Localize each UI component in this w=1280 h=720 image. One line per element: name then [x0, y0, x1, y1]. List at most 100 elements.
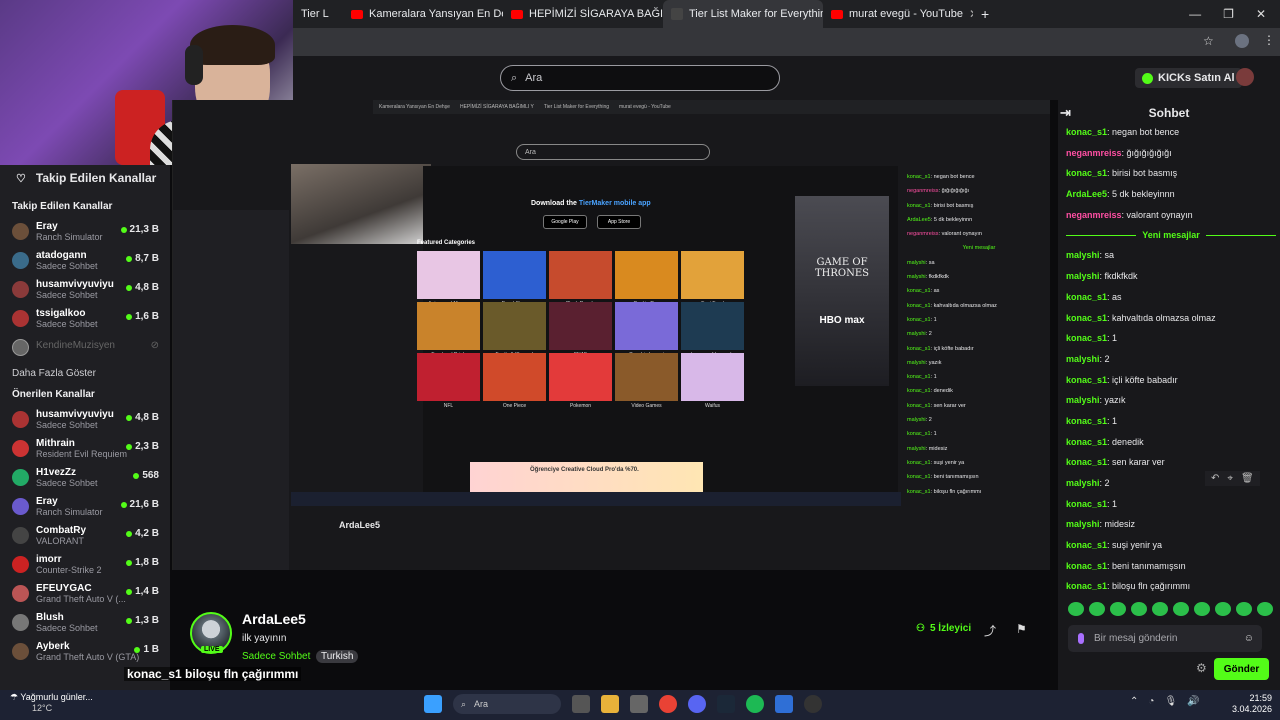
app-icon[interactable]: [775, 695, 793, 713]
chat-username[interactable]: konac_s1: [1066, 127, 1107, 137]
chat-message[interactable]: konac_s1: denedik: [1066, 432, 1276, 453]
chat-username[interactable]: konac_s1: [1066, 416, 1107, 426]
sidebar-channel[interactable]: Eray Ranch Simulator 21,3 B: [0, 221, 170, 250]
stream-category[interactable]: Sadece Sohbet: [242, 651, 310, 662]
sidebar-channel[interactable]: H1vezZz Sadece Sohbet 568: [0, 467, 170, 496]
windows-start-icon[interactable]: [424, 695, 442, 713]
spotify-icon[interactable]: [746, 695, 764, 713]
offline-channel[interactable]: KendineMuzisyen ⊘: [0, 337, 170, 363]
chat-message[interactable]: ArdaLee5: 5 dk bekleyinnn: [1066, 184, 1276, 205]
weather-widget[interactable]: ☂ Yağmurlu günler... 12°C: [10, 692, 93, 714]
bookmark-star-icon[interactable]: ☆: [1203, 34, 1214, 48]
chat-message[interactable]: malyshi: sa: [1066, 245, 1276, 266]
obs-icon[interactable]: [804, 695, 822, 713]
new-tab-button[interactable]: +: [973, 0, 997, 28]
volume-icon[interactable]: 🔊: [1187, 696, 1199, 707]
chat-username[interactable]: ArdaLee5: [1066, 189, 1107, 199]
follow-icon[interactable]: ⚑: [1016, 622, 1027, 636]
chat-username[interactable]: konac_s1: [1066, 313, 1107, 323]
sidebar-channel[interactable]: Blush Sadece Sohbet 1,3 B: [0, 612, 170, 641]
emote-icon[interactable]: [1131, 602, 1147, 616]
chat-message[interactable]: konac_s1: sen karar ver: [1066, 452, 1276, 473]
share-icon[interactable]: ⤴: [984, 622, 996, 639]
chat-username[interactable]: malyshi: [1066, 354, 1100, 364]
close-window-icon[interactable]: ✕: [1256, 7, 1266, 21]
sidebar-channel[interactable]: husamvivyuviyu Sadece Sohbet 4,8 B: [0, 409, 170, 438]
chat-message[interactable]: konac_s1: 1: [1066, 328, 1276, 349]
chat-username[interactable]: malyshi: [1066, 250, 1100, 260]
chat-message[interactable]: malyshi: midesiz: [1066, 514, 1276, 535]
chat-message[interactable]: malyshi: fkdkfkdk: [1066, 266, 1276, 287]
microphone-icon[interactable]: 🎙: [1164, 696, 1177, 707]
browser-tab[interactable]: Tier List Maker for Everything✕: [663, 0, 823, 28]
chat-username[interactable]: konac_s1: [1066, 561, 1107, 571]
send-button[interactable]: Gönder: [1214, 658, 1269, 680]
reply-icon[interactable]: ↶: [1211, 473, 1219, 484]
browser-tab[interactable]: Tier L: [293, 0, 343, 28]
chat-message[interactable]: malyshi: yazık: [1066, 390, 1276, 411]
collapse-chat-icon[interactable]: ⇥: [1060, 105, 1071, 121]
chat-username[interactable]: neganmreiss: [1066, 210, 1122, 220]
sidebar-channel[interactable]: husamvivyuviyu Sadece Sohbet 4,8 B: [0, 279, 170, 308]
taskbar-search[interactable]: ⌕ Ara: [453, 694, 561, 714]
emote-icon[interactable]: [1152, 602, 1168, 616]
user-avatar[interactable]: [1236, 68, 1254, 86]
chat-message[interactable]: konac_s1: kahvaltıda olmazsa olmaz: [1066, 308, 1276, 329]
chat-username[interactable]: konac_s1: [1066, 333, 1107, 343]
chat-username[interactable]: malyshi: [1066, 395, 1100, 405]
menu-dots-icon[interactable]: ⋮: [1263, 33, 1275, 47]
emote-icon[interactable]: [1068, 602, 1084, 616]
search-input[interactable]: ⌕ Ara: [500, 65, 780, 91]
minimize-icon[interactable]: —: [1189, 7, 1201, 21]
sidebar-channel[interactable]: tssigalkoo Sadece Sohbet 1,6 B: [0, 308, 170, 337]
chat-message[interactable]: konac_s1: 1: [1066, 494, 1276, 515]
network-icon[interactable]: ◔: [1148, 696, 1154, 707]
emote-icon[interactable]: [1089, 602, 1105, 616]
chrome-icon[interactable]: [659, 695, 677, 713]
chat-input[interactable]: Bir mesaj gönderin ☺: [1068, 625, 1262, 652]
gear-icon[interactable]: ⚙: [1196, 661, 1207, 675]
emote-icon[interactable]: [1215, 602, 1231, 616]
chat-username[interactable]: konac_s1: [1066, 437, 1107, 447]
sidebar-channel[interactable]: atadogann Sadece Sohbet 8,7 B: [0, 250, 170, 279]
stream-video[interactable]: Kameralara Yansıyan En Dehşe HEPİMİZİ SİG…: [172, 100, 1050, 570]
browser-tab[interactable]: Kameralara Yansıyan En Dehşe✕: [343, 0, 503, 28]
sidebar-channel[interactable]: CombatRy VALORANT 4,2 B: [0, 525, 170, 554]
file-explorer-icon[interactable]: [601, 695, 619, 713]
emote-icon[interactable]: [1236, 602, 1252, 616]
browser-tab[interactable]: HEPİMİZİ SİGARAYA BAĞIMLI Y✕: [503, 0, 663, 28]
pin-icon[interactable]: ⌖: [1227, 473, 1233, 484]
streamer-name[interactable]: ArdaLee5: [242, 611, 306, 627]
clock[interactable]: 21:59 3.04.2026: [1232, 693, 1272, 715]
chat-username[interactable]: malyshi: [1066, 478, 1100, 488]
chat-message[interactable]: malyshi: 2: [1066, 349, 1276, 370]
chat-username[interactable]: malyshi: [1066, 519, 1100, 529]
chevron-up-icon[interactable]: ⌃: [1130, 696, 1138, 707]
profile-icon[interactable]: [1235, 34, 1249, 48]
show-more-link[interactable]: Daha Fazla Göster: [0, 363, 170, 385]
chat-message[interactable]: neganmreiss: ğığığığığığı: [1066, 143, 1276, 164]
emote-icon[interactable]: [1257, 602, 1273, 616]
chat-username[interactable]: malyshi: [1066, 271, 1100, 281]
stream-tag[interactable]: Turkish: [316, 650, 359, 663]
discord-icon[interactable]: [688, 695, 706, 713]
browser-tab[interactable]: murat evegü - YouTube✕: [823, 0, 973, 28]
emote-icon[interactable]: [1110, 602, 1126, 616]
sidebar-channel[interactable]: imorr Counter-Strike 2 1,8 B: [0, 554, 170, 583]
sidebar-channel[interactable]: EFEUYGAC Grand Theft Auto V (... 1,4 B: [0, 583, 170, 612]
kicks-buy-button[interactable]: KICKs Satın Al: [1135, 68, 1242, 88]
emote-icon[interactable]: [1194, 602, 1210, 616]
emote-icon[interactable]: [1173, 602, 1189, 616]
chat-username[interactable]: konac_s1: [1066, 292, 1107, 302]
delete-icon[interactable]: 🗑: [1241, 473, 1254, 484]
chat-message[interactable]: konac_s1: biloşu fln çağırımmı: [1066, 576, 1276, 597]
chat-username[interactable]: konac_s1: [1066, 540, 1107, 550]
chat-message[interactable]: konac_s1: negan bot bence: [1066, 122, 1276, 143]
task-view-icon[interactable]: [572, 695, 590, 713]
chat-message[interactable]: konac_s1: 1: [1066, 411, 1276, 432]
chat-message[interactable]: konac_s1: suşi yenir ya: [1066, 535, 1276, 556]
sidebar-channel[interactable]: Mithrain Resident Evil Requiem 2,3 B: [0, 438, 170, 467]
chat-username[interactable]: konac_s1: [1066, 581, 1107, 591]
chat-message[interactable]: neganmreiss: valorant oynayın: [1066, 205, 1276, 226]
sidebar-channel[interactable]: Ayberk Grand Theft Auto V (GTA) 1 B: [0, 641, 170, 670]
